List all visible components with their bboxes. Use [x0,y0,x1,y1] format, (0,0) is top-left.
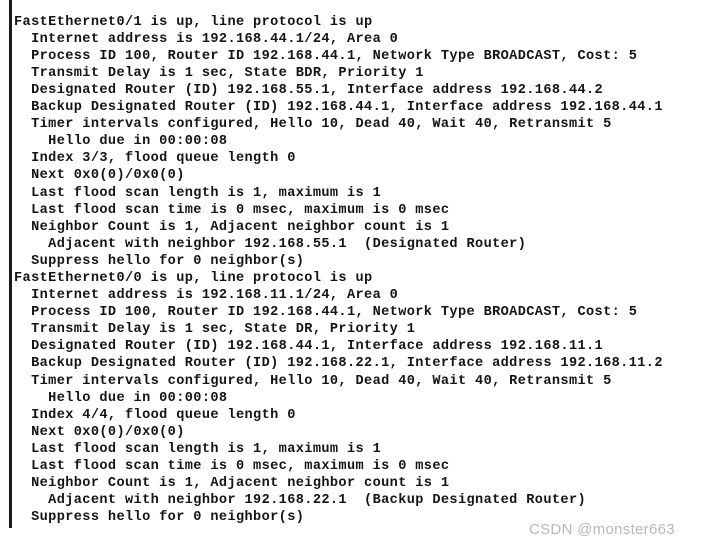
console-line: Hello due in 00:00:08 [14,134,228,150]
console-line: Last flood scan length is 1, maximum is … [14,441,382,457]
console-line: Next 0x0(0)/0x0(0) [14,424,185,440]
console-line: Adjacent with neighbor 192.168.22.1 (Bac… [14,493,587,509]
console-line: Index 4/4, flood queue length 0 [14,407,296,423]
console-line: Next 0x0(0)/0x0(0) [14,168,185,184]
console-line: Transmit Delay is 1 sec, State DR, Prior… [14,322,416,338]
console-line: Internet address is 192.168.44.1/24, Are… [14,31,399,47]
console-line: Last flood scan length is 1, maximum is … [14,185,382,201]
console-line: Designated Router (ID) 192.168.44.1, Int… [14,339,604,355]
console-line: Last flood scan time is 0 msec, maximum … [14,459,450,475]
console-line: Designated Router (ID) 192.168.55.1, Int… [14,82,604,98]
console-line: Backup Designated Router (ID) 192.168.22… [14,356,663,372]
console-line: Suppress hello for 0 neighbor(s) [14,253,305,269]
panel-edge-rule [9,0,12,528]
console-line: Timer intervals configured, Hello 10, De… [14,373,612,389]
console-line: FastEthernet0/1 is up, line protocol is … [14,14,373,30]
console-line: FastEthernet0/0 is up, line protocol is … [14,271,373,286]
left-gutter-strip [0,0,9,528]
console-line: Backup Designated Router (ID) 192.168.44… [14,100,663,116]
console-line: Timer intervals configured, Hello 10, De… [14,117,612,133]
terminal-window: FastEthernet0/1 is up, line protocol is … [0,0,708,550]
console-line: Index 3/3, flood queue length 0 [14,151,296,167]
console-line: Process ID 100, Router ID 192.168.44.1, … [14,48,638,64]
console-line: Hello due in 00:00:08 [14,390,228,406]
console-output-text[interactable]: FastEthernet0/1 is up, line protocol is … [14,14,708,527]
console-line: Neighbor Count is 1, Adjacent neighbor c… [14,476,450,492]
csdn-watermark: CSDN @monster663 [529,521,675,538]
console-line: Process ID 100, Router ID 192.168.44.1, … [14,305,638,321]
console-line: Adjacent with neighbor 192.168.55.1 (Des… [14,236,527,252]
console-line: Internet address is 192.168.11.1/24, Are… [14,288,399,304]
console-line: Last flood scan time is 0 msec, maximum … [14,202,450,218]
console-line: Neighbor Count is 1, Adjacent neighbor c… [14,219,450,235]
console-line: Transmit Delay is 1 sec, State BDR, Prio… [14,65,424,81]
